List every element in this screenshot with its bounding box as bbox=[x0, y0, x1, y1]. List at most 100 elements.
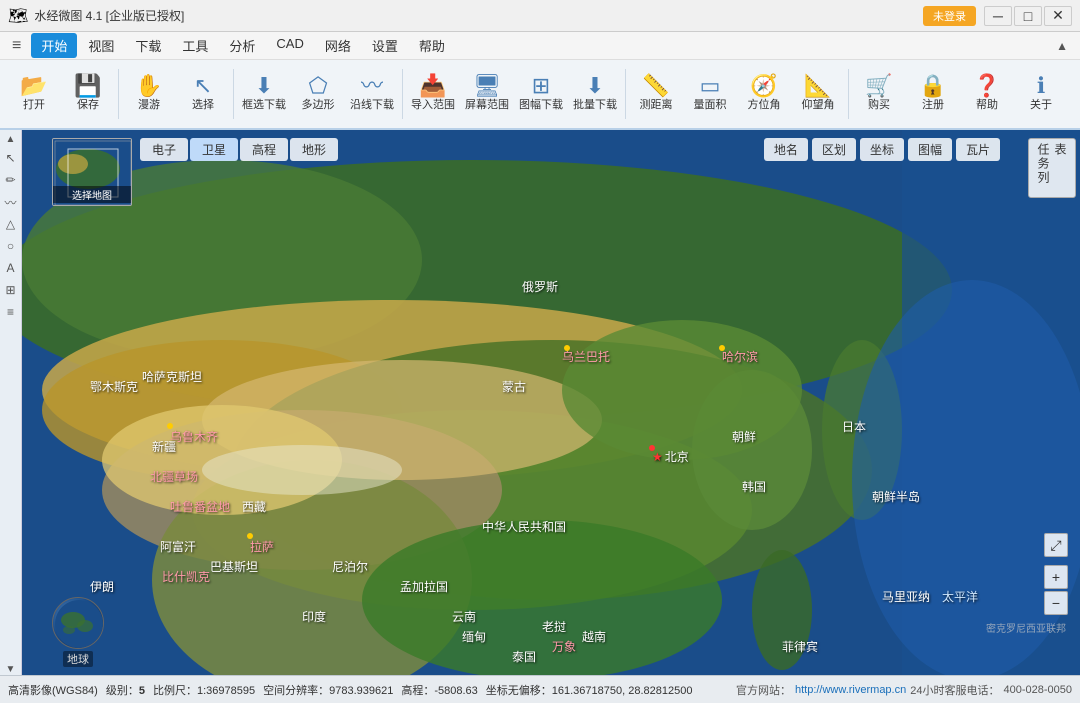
menu-item-download[interactable]: 下载 bbox=[125, 33, 171, 58]
toolbar-separator bbox=[625, 69, 626, 119]
minimap-label: 选择地图 bbox=[53, 186, 131, 203]
toolbar-btn-select[interactable]: ↖选择 bbox=[177, 65, 229, 123]
task-list-button[interactable]: 任务列表 bbox=[1028, 138, 1076, 198]
toolbar-label-open: 打开 bbox=[23, 99, 45, 112]
menu-item-help[interactable]: 帮助 bbox=[409, 33, 455, 58]
toolbar-btn-buy[interactable]: 🛒 购买 bbox=[853, 65, 905, 123]
toolbar-btn-azimuth[interactable]: 🧭 方位角 bbox=[738, 65, 790, 123]
close-button[interactable]: ✕ bbox=[1044, 6, 1072, 26]
toolbar-icon-about: ℹ bbox=[1037, 75, 1045, 97]
toolbar-btn-pitch-angle[interactable]: 📐 仰望角 bbox=[792, 65, 844, 123]
toolbar-icon-pan: ✋ bbox=[135, 75, 162, 97]
toolbar-btn-batch-download[interactable]: ⬇ 批量下载 bbox=[569, 65, 621, 123]
sidebar-tool-circle[interactable]: ○ bbox=[2, 237, 20, 255]
sidebar-scroll-up[interactable]: ▲ bbox=[6, 134, 16, 145]
map-right-tab-瓦片[interactable]: 瓦片 bbox=[956, 138, 1000, 161]
toolbar-label-frame-width: 图幅下载 bbox=[519, 99, 563, 112]
zoom-out-button[interactable]: − bbox=[1044, 591, 1068, 615]
website-link[interactable]: http://www.rivermap.cn bbox=[795, 684, 906, 696]
toolbar-icon-frame-width: ⊞ bbox=[532, 75, 550, 97]
toolbar-btn-polygon[interactable]: ⬠多边形 bbox=[292, 65, 344, 123]
zoom-in-button[interactable]: + bbox=[1044, 565, 1068, 589]
sidebar-tool-grid[interactable]: ⊞ bbox=[2, 281, 20, 299]
map-type-tab-地形[interactable]: 地形 bbox=[290, 138, 338, 161]
map-dot-0 bbox=[564, 345, 570, 351]
toolbar-icon-screen-range: 🖥 bbox=[473, 75, 501, 97]
menu-item-settings[interactable]: 设置 bbox=[362, 33, 408, 58]
toolbar-btn-line-download[interactable]: 〰沿线下载 bbox=[346, 65, 398, 123]
map-type-tab-高程[interactable]: 高程 bbox=[240, 138, 288, 161]
map-right-tab-区划[interactable]: 区划 bbox=[812, 138, 856, 161]
menu-item-tools[interactable]: 工具 bbox=[172, 33, 218, 58]
toolbar-icon-batch-download: ⬇ bbox=[586, 75, 604, 97]
map-copyright: 密克罗尼西亚联邦 bbox=[986, 620, 1066, 635]
hamburger-menu[interactable]: ≡ bbox=[4, 33, 29, 59]
maximize-button[interactable]: □ bbox=[1014, 6, 1042, 26]
globe-minimap[interactable]: 地球 bbox=[52, 597, 104, 667]
toolbar-label-batch-download: 批量下载 bbox=[573, 99, 617, 112]
toolbar-label-buy: 购买 bbox=[868, 99, 890, 112]
sidebar-tool-text[interactable]: A bbox=[2, 259, 20, 277]
sidebar-tool-layers[interactable]: ≡ bbox=[2, 303, 20, 321]
minimize-button[interactable]: ─ bbox=[984, 6, 1012, 26]
toolbar-btn-save[interactable]: 💾保存 bbox=[62, 65, 114, 123]
toolbar-btn-register[interactable]: 🔒注册 bbox=[907, 65, 959, 123]
toolbar-label-about: 关于 bbox=[1030, 99, 1052, 112]
toolbar-separator bbox=[402, 69, 403, 119]
minimap[interactable]: 选择地图 bbox=[52, 138, 132, 206]
map-dot-3 bbox=[167, 423, 173, 429]
menu-item-analyze[interactable]: 分析 bbox=[219, 33, 265, 58]
toolbar-btn-import-range[interactable]: 📥 导入范围 bbox=[407, 65, 459, 123]
sidebar-tool-pencil[interactable]: ✏ bbox=[2, 171, 20, 189]
toolbar-icon-import-range: 📥 bbox=[419, 75, 446, 97]
toolbar-btn-frame-width[interactable]: ⊞ 图幅下载 bbox=[515, 65, 567, 123]
toolbar-label-import-range: 导入范围 bbox=[411, 99, 455, 112]
menu-item-view[interactable]: 视图 bbox=[78, 33, 124, 58]
sidebar-tool-triangle[interactable]: △ bbox=[2, 215, 20, 233]
toolbar-icon-azimuth: 🧭 bbox=[750, 75, 777, 97]
level-label: 级别：5 bbox=[106, 682, 145, 698]
map-right-tab-图幅[interactable]: 图幅 bbox=[908, 138, 952, 161]
map-type-tab-电子[interactable]: 电子 bbox=[140, 138, 188, 161]
toolbar-icon-pitch-angle: 📐 bbox=[804, 75, 831, 97]
toolbar-label-azimuth: 方位角 bbox=[748, 99, 781, 112]
toolbar-btn-measure-dist[interactable]: 📏测距离 bbox=[630, 65, 682, 123]
map-container[interactable]: 俄罗斯蒙古乌兰巴托中华人民共和国北京朝鲜韩国日本菲律宾印度尼泊尔西藏新疆哈萨克斯… bbox=[22, 130, 1080, 675]
toolbar-icon-measure-dist: 📏 bbox=[642, 75, 669, 97]
sidebar-scroll-down[interactable]: ▼ bbox=[6, 664, 16, 675]
toolbar-btn-screen-range[interactable]: 🖥屏幕范围 bbox=[461, 65, 513, 123]
service-label: 24小时客服电话： bbox=[910, 682, 999, 698]
map-right-tab-地名[interactable]: 地名 bbox=[764, 138, 808, 161]
map-type-tab-卫星[interactable]: 卫星 bbox=[190, 138, 238, 161]
right-tabs: 地名区划坐标图幅瓦片 bbox=[764, 138, 1000, 161]
menubar: ≡ 开始视图下载工具分析CAD网络设置帮助 ▲ bbox=[0, 32, 1080, 60]
login-button[interactable]: 未登录 bbox=[923, 6, 976, 26]
menu-item-start[interactable]: 开始 bbox=[31, 33, 77, 58]
map-dot-1 bbox=[649, 445, 655, 451]
toolbar-icon-buy: 🛒 bbox=[865, 75, 892, 97]
toolbar-separator bbox=[118, 69, 119, 119]
toolbar-btn-measure-area[interactable]: ▭量面积 bbox=[684, 65, 736, 123]
toolbar-btn-help[interactable]: ❓帮助 bbox=[961, 65, 1013, 123]
collapse-button[interactable]: ▲ bbox=[1048, 35, 1076, 57]
zoom-expand-button[interactable]: ⤢ bbox=[1044, 533, 1068, 557]
globe-label: 地球 bbox=[63, 651, 93, 667]
sidebar-tool-line[interactable]: 〰 bbox=[2, 193, 20, 211]
toolbar-label-pitch-angle: 仰望角 bbox=[802, 99, 835, 112]
sidebar-tool-cursor[interactable]: ↖ bbox=[2, 149, 20, 167]
toolbar-btn-about[interactable]: ℹ 关于 bbox=[1015, 65, 1067, 123]
main-content: ▲ ↖ ✏ 〰 △ ○ A ⊞ ≡ ▼ bbox=[0, 130, 1080, 675]
menu-items: 开始视图下载工具分析CAD网络设置帮助 bbox=[31, 33, 1046, 58]
menu-item-cad[interactable]: CAD bbox=[266, 33, 313, 58]
toolbar-btn-box-download[interactable]: ⬇框选下载 bbox=[238, 65, 290, 123]
toolbar-btn-pan[interactable]: ✋漫游 bbox=[123, 65, 175, 123]
toolbar-btn-open[interactable]: 📂打开 bbox=[8, 65, 60, 123]
service-phone: 400-028-0050 bbox=[1003, 684, 1072, 696]
menu-item-network[interactable]: 网络 bbox=[315, 33, 361, 58]
toolbar-label-select: 选择 bbox=[192, 99, 214, 112]
map-right-tab-坐标[interactable]: 坐标 bbox=[860, 138, 904, 161]
toolbar: 📂打开💾保存✋漫游↖选择⬇框选下载⬠多边形〰沿线下载 📥 导入范围 🖥屏幕范围 ⊞ 图幅下… bbox=[0, 60, 1080, 130]
map-type-tabs: 电子卫星高程地形 bbox=[140, 138, 338, 161]
app-icon: 🗺 水经微图 4.1 [企业版已授权] bbox=[8, 6, 184, 26]
window-controls: ─ □ ✕ bbox=[984, 6, 1072, 26]
